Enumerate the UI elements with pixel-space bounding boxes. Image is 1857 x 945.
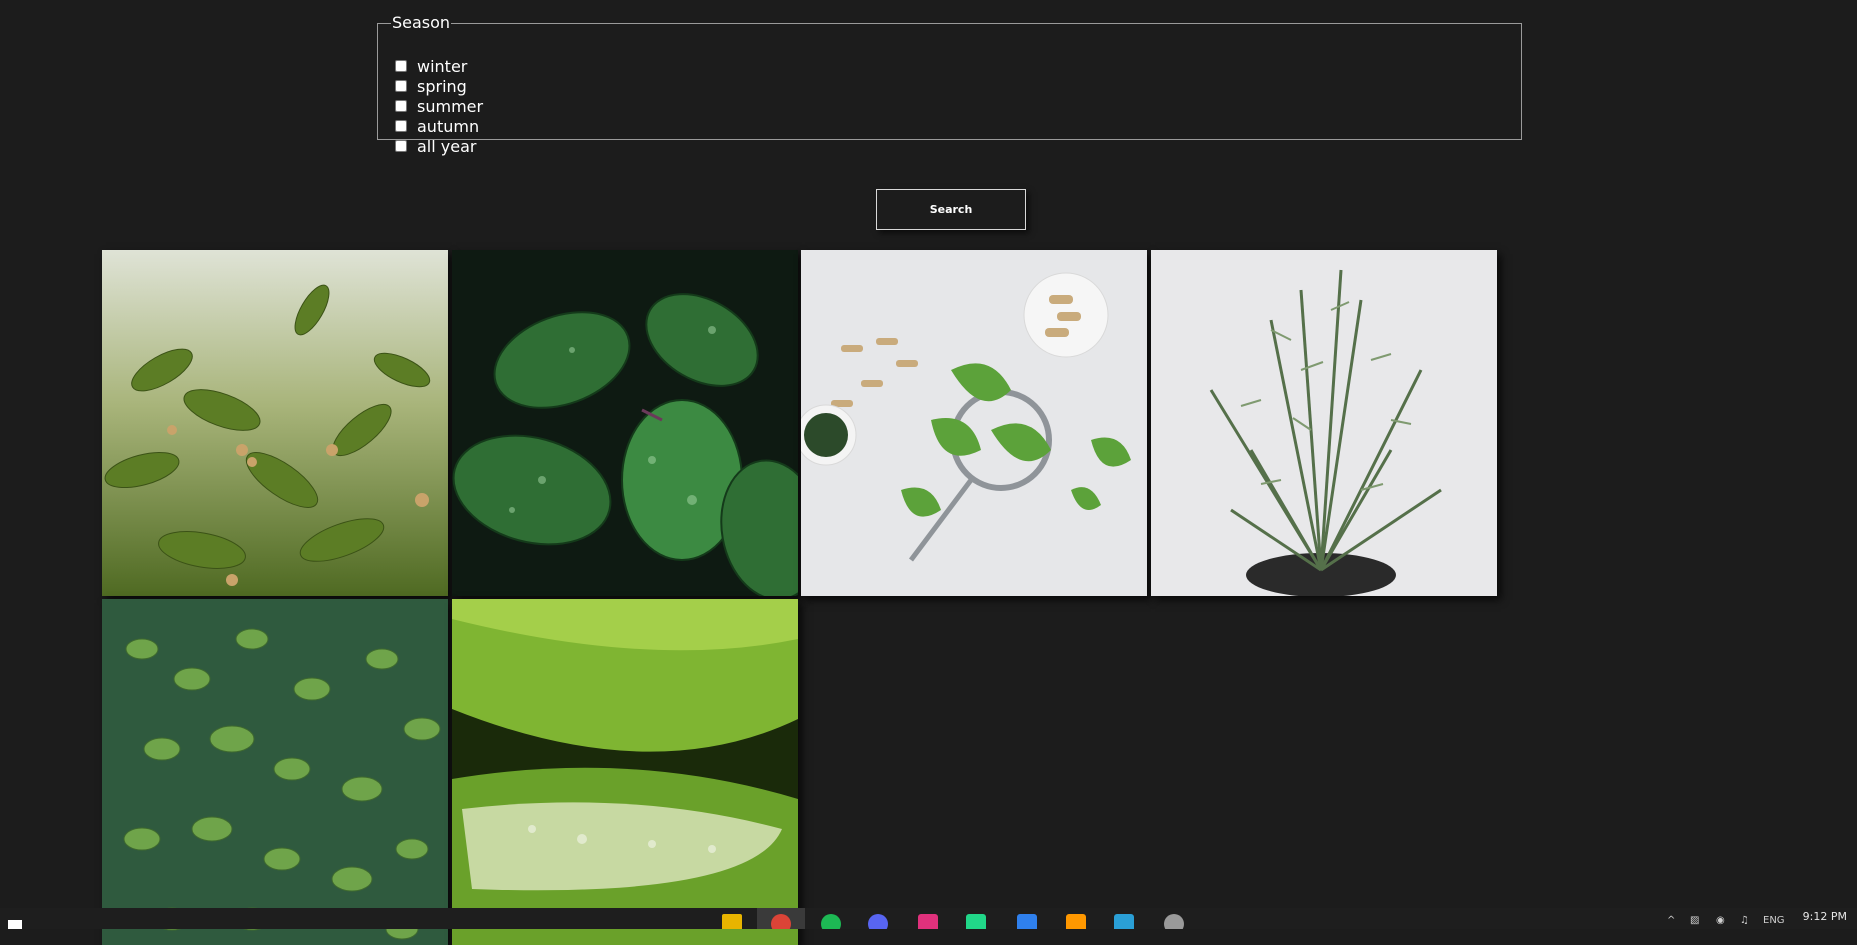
season-legend: Season [392,13,451,32]
chrome-icon[interactable] [757,908,805,929]
rosemary-picture [1151,250,1497,596]
file-explorer-icon[interactable] [722,914,742,929]
intellij-icon[interactable] [918,914,938,929]
season-fieldset: Season winter spring summer autumn all y… [377,13,1522,156]
autumn-checkbox[interactable] [395,120,407,132]
pycharm-icon[interactable] [966,914,986,929]
vscode-icon[interactable] [1017,914,1037,929]
autumn-label: autumn [417,116,480,136]
spotify-icon[interactable] [821,914,841,929]
plant-image-ashwagandha[interactable] [102,250,448,596]
thyme-picture [102,599,448,945]
mail-icon[interactable] [1164,914,1184,929]
search-button[interactable]: Search [876,189,1026,230]
sublime-icon[interactable] [1066,914,1086,929]
plant-image-dewy-leaves[interactable] [452,250,798,596]
season-option-spring[interactable]: spring [395,76,467,96]
chevron-up-icon[interactable]: ^ [1667,915,1675,927]
taskbar: ^ ▨ ◉ ♫ ENG 9:12 PM [0,908,1857,929]
spring-checkbox[interactable] [395,80,407,92]
language-indicator[interactable]: ENG [1763,915,1785,927]
photos-icon[interactable] [1114,914,1134,929]
discord-icon[interactable] [868,914,888,929]
winter-label: winter [417,56,468,76]
season-option-summer[interactable]: summer [395,96,483,116]
summer-checkbox[interactable] [395,100,407,112]
all-year-label: all year [417,136,477,156]
season-option-autumn[interactable]: autumn [395,116,479,136]
windows-start-icon[interactable] [8,920,22,929]
wifi-icon[interactable]: ◉ [1716,915,1725,927]
plant-image-thyme[interactable] [102,599,448,945]
network-icon[interactable]: ▨ [1690,915,1699,927]
all-year-checkbox[interactable] [395,140,407,152]
season-option-all-year[interactable]: all year [395,136,476,156]
aloe-vera-picture [452,599,798,945]
plant-image-rosemary[interactable] [1151,250,1497,596]
summer-label: summer [417,96,484,116]
winter-checkbox[interactable] [395,60,407,72]
ginkgo-picture [801,250,1147,596]
volume-icon[interactable]: ♫ [1740,915,1749,927]
dewy-leaves-picture [452,250,798,596]
season-option-winter[interactable]: winter [395,56,467,76]
plant-image-aloe-vera[interactable] [452,599,798,945]
spring-label: spring [417,76,467,96]
plant-image-ginkgo[interactable] [801,250,1147,596]
ashwagandha-picture [102,250,448,596]
clock[interactable]: 9:12 PM [1803,911,1847,922]
